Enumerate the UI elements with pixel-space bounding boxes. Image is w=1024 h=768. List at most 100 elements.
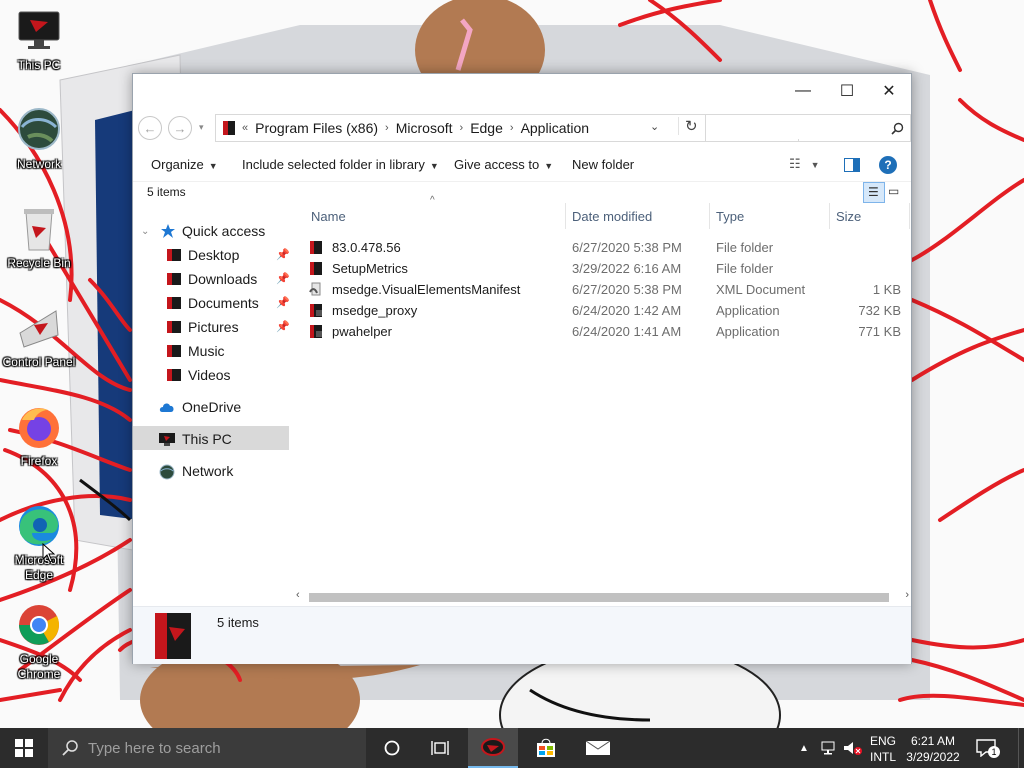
notification-count-badge: 1 [988,746,1000,758]
cortana-button[interactable] [372,728,412,768]
file-row[interactable]: SetupMetrics 3/29/2022 6:16 AM File fold… [309,258,909,279]
nav-videos[interactable]: Videos [167,364,231,386]
nav-onedrive[interactable]: OneDrive [159,396,241,418]
recent-locations-chevron-icon[interactable]: ▾ [199,122,204,133]
network-status-icon[interactable] [818,728,840,768]
folder-icon [309,261,323,275]
column-header-name[interactable]: Name [311,209,346,224]
file-row[interactable]: msedge.VisualElementsManifest 6/27/2020 … [309,279,909,300]
large-icons-view-toggle[interactable]: ▭ [888,184,899,198]
mail-icon [586,740,610,755]
taskbar-search-box[interactable]: Type here to search [48,728,366,768]
column-separator[interactable] [565,203,566,229]
desktop-icon-network[interactable]: Network [2,107,76,172]
file-row[interactable]: pwahelper 6/24/2020 1:41 AM Application … [309,321,909,342]
chevron-down-icon: ▼ [810,160,820,170]
desktop-icon-firefox[interactable]: Firefox [2,404,76,469]
pin-icon[interactable]: 📌 [276,296,290,309]
column-separator[interactable] [909,203,910,229]
scrollbar-thumb[interactable] [309,593,889,602]
nav-label: Downloads [188,271,258,287]
breadcrumb-program-files[interactable]: Program Files (x86) [255,120,378,136]
nav-label: Pictures [188,319,239,335]
scroll-right-icon[interactable]: › [905,589,909,601]
help-icon[interactable]: ? [879,156,897,174]
column-header-type[interactable]: Type [716,209,744,224]
forward-button[interactable]: → [168,116,192,140]
firefox-icon [16,404,62,450]
action-center-button[interactable]: 1 [972,728,1000,768]
nav-network[interactable]: Network [159,460,233,482]
desktop-icon-this-pc[interactable]: This PC [2,8,76,73]
file-name: SetupMetrics [332,261,408,276]
search-box[interactable] [705,114,911,142]
clock[interactable]: 6:21 AM 3/29/2022 [900,733,966,765]
new-folder-button[interactable]: New folder [572,157,634,172]
arrow-left-icon: ← [143,120,157,136]
pictures-folder-icon [167,320,181,334]
minimize-button[interactable]: — [781,74,825,108]
start-button[interactable] [0,728,48,768]
taskbar-app-mail[interactable] [576,728,620,768]
change-view-button[interactable]: ☷ ▼ [789,156,820,172]
file-type: Application [716,303,780,318]
column-header-date-modified[interactable]: Date modified [572,209,652,224]
taskbar-app-explorer[interactable] [468,728,518,768]
file-size: 771 KB [858,324,901,339]
desktop-icon-control-panel[interactable]: Control Panel [2,305,76,370]
address-dropdown-icon[interactable]: ⌄ [650,120,659,133]
nav-this-pc[interactable]: This PC [159,428,232,450]
breadcrumb-overflow[interactable]: « [242,122,248,134]
command-bar: Organize ▼ Include selected folder in lib… [133,148,911,182]
task-view-button[interactable] [420,728,460,768]
maximize-button[interactable]: ☐ [825,74,869,108]
nav-pictures[interactable]: Pictures [167,316,239,338]
input-language-indicator[interactable]: ENG INTL [870,733,896,765]
breadcrumb-microsoft[interactable]: Microsoft [396,120,453,136]
nav-documents[interactable]: Documents [167,292,259,314]
pin-icon[interactable]: 📌 [276,248,290,261]
expand-chevron-icon[interactable]: ⌄ [141,226,149,237]
file-row[interactable]: msedge_proxy 6/24/2020 1:42 AM Applicati… [309,300,909,321]
monitor-icon [159,432,175,446]
scroll-left-icon[interactable]: ‹ [296,589,300,601]
back-button[interactable]: ← [138,116,162,140]
show-desktop-button[interactable] [1018,728,1024,768]
breadcrumb-separator-icon[interactable]: › [385,122,389,134]
pin-icon[interactable]: 📌 [276,272,290,285]
taskbar: Type here to search ▲ ENG INTL 6:21 AM 3… [0,728,1024,768]
application-icon [309,324,323,338]
documents-folder-icon [167,296,181,310]
file-row[interactable]: 83.0.478.56 6/27/2020 5:38 PM File folde… [309,237,909,258]
breadcrumb-edge[interactable]: Edge [470,120,503,136]
nav-music[interactable]: Music [167,340,225,362]
close-button[interactable]: ✕ [867,74,911,108]
preview-pane-icon[interactable] [844,158,860,172]
column-header-size[interactable]: Size [836,209,861,224]
taskbar-app-store[interactable] [524,728,568,768]
organize-menu[interactable]: Organize ▼ [151,157,218,172]
give-access-menu[interactable]: Give access to ▼ [454,157,553,172]
breadcrumb-separator-icon[interactable]: › [460,122,464,134]
include-in-library-menu[interactable]: Include selected folder in library ▼ [242,157,439,172]
refresh-icon[interactable]: ↻ [678,117,698,135]
column-separator[interactable] [829,203,830,229]
cortana-circle-icon [384,740,400,756]
horizontal-scrollbar[interactable]: ‹ › [293,589,913,606]
desktop-icon-google-chrome[interactable]: Google Chrome [2,602,76,682]
nav-desktop[interactable]: Desktop [167,244,239,266]
title-bar[interactable]: — ☐ ✕ [133,74,911,108]
chevron-down-icon: ▼ [429,161,439,171]
nav-quick-access[interactable]: Quick access [161,220,265,242]
file-list: ^ Name Date modified Type Size 83.0.478.… [303,195,911,594]
desktop-icon-recycle-bin[interactable]: Recycle Bin [2,206,76,271]
breadcrumb-separator-icon[interactable]: › [510,122,514,134]
column-separator[interactable] [709,203,710,229]
nav-downloads[interactable]: Downloads [167,268,257,290]
pin-icon[interactable]: 📌 [276,320,290,333]
volume-muted-icon[interactable] [842,728,864,768]
desktop-icon-microsoft-edge[interactable]: Microsoft Edge [2,503,76,583]
search-input[interactable] [712,115,887,139]
show-hidden-icons-chevron-icon[interactable]: ▲ [796,728,812,768]
breadcrumb-application[interactable]: Application [521,120,590,136]
